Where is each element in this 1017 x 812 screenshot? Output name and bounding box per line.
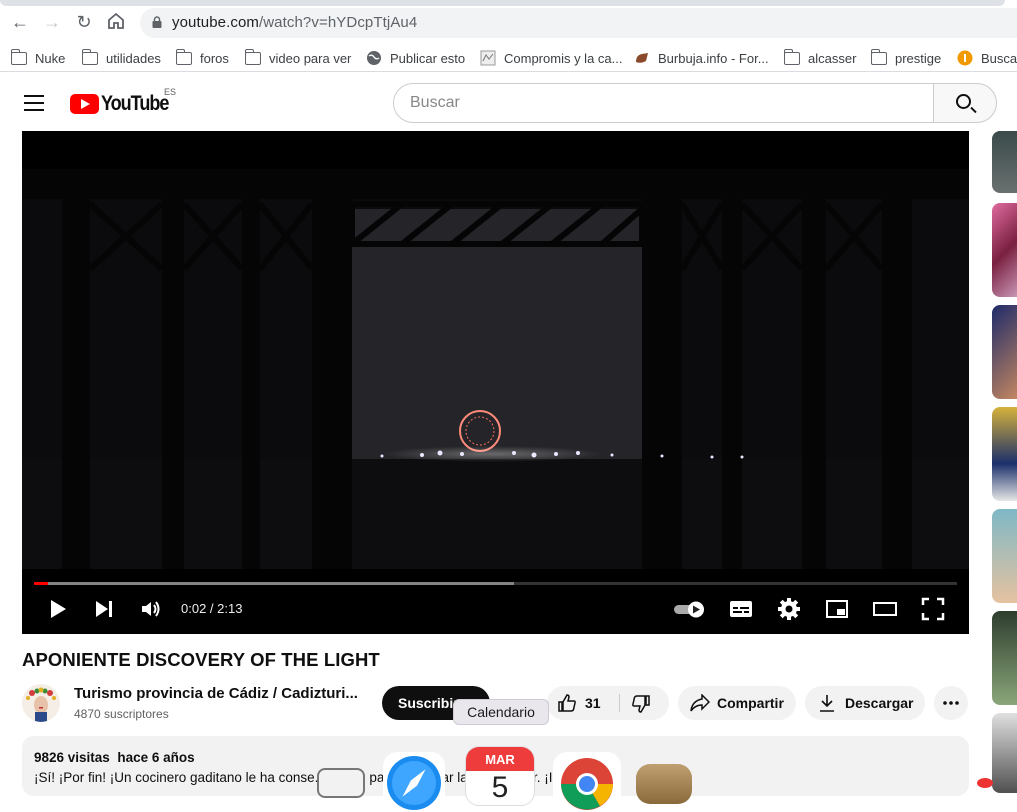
avatar-image — [22, 684, 60, 722]
theater-mode-icon[interactable] — [873, 597, 897, 621]
search-input[interactable] — [394, 84, 933, 122]
recommended-thumbnail[interactable] — [992, 407, 1017, 501]
recommended-thumbnail[interactable] — [992, 713, 1017, 793]
tab-strip — [0, 0, 1005, 6]
url-text: youtube.com/watch?v=hYDcpTtjAu4 — [172, 14, 418, 31]
folder-icon — [81, 48, 98, 65]
share-label: Compartir — [717, 695, 784, 711]
buffered-bar — [34, 582, 514, 585]
more-icon — [943, 701, 959, 705]
folder-icon — [870, 48, 887, 65]
miniplayer-icon[interactable] — [825, 597, 849, 621]
bookmark-item[interactable]: Nuke — [10, 48, 65, 68]
recommended-thumbnail[interactable] — [992, 131, 1017, 193]
folder-icon — [244, 48, 261, 65]
play-icon[interactable] — [45, 597, 69, 621]
recommended-thumbnail[interactable] — [992, 203, 1017, 297]
forward-arrow-icon[interactable]: → — [42, 12, 62, 32]
app-icon[interactable] — [636, 764, 692, 804]
notification-badge — [977, 778, 993, 788]
dock-tooltip: Calendario — [453, 699, 549, 725]
next-icon[interactable] — [92, 597, 116, 621]
download-label: Descargar — [845, 695, 914, 711]
bookmark-item[interactable]: Publicar esto — [366, 48, 465, 68]
site-icon — [480, 50, 496, 66]
channel-avatar[interactable] — [22, 684, 60, 722]
subtitles-icon[interactable] — [729, 597, 753, 621]
site-icon — [957, 50, 973, 66]
more-actions-button[interactable] — [934, 686, 968, 720]
safari-icon[interactable] — [383, 752, 445, 812]
download-icon — [820, 695, 834, 712]
fullscreen-icon[interactable] — [921, 597, 945, 621]
upload-age: hace 6 años — [117, 750, 195, 765]
download-button[interactable]: Descargar — [805, 686, 925, 720]
bookmark-item[interactable]: video para ver — [244, 48, 351, 68]
search-icon — [956, 94, 971, 109]
share-icon — [690, 694, 710, 712]
reload-icon[interactable]: ↻ — [74, 12, 94, 32]
youtube-play-icon — [70, 94, 99, 114]
folder-icon — [175, 48, 192, 65]
share-button[interactable]: Compartir — [678, 686, 796, 720]
video-frame — [22, 169, 969, 569]
bookmarks-bar: Nuke utilidades foros video para ver Pub… — [0, 44, 1017, 72]
bookmark-item[interactable]: alcasser — [783, 48, 856, 68]
video-player[interactable]: 0:02 / 2:13 — [22, 131, 969, 634]
lock-icon — [152, 16, 162, 28]
time-display: 0:02 / 2:13 — [181, 601, 243, 616]
youtube-logo[interactable]: YouTube — [70, 92, 179, 116]
video-stats: 9826 visitas hace 6 años — [34, 750, 195, 765]
recommended-thumbnail[interactable] — [992, 305, 1017, 399]
video-title: APONIENTE DISCOVERY OF THE LIGHT — [22, 649, 380, 670]
thumbs-up-icon[interactable] — [557, 693, 577, 713]
back-arrow-icon[interactable]: ← — [10, 12, 30, 32]
logo-text: YouTube — [101, 92, 169, 115]
channel-name[interactable]: Turismo provincia de Cádiz / Cadizturi..… — [74, 685, 364, 702]
calendar-day: 5 — [491, 771, 509, 804]
like-dislike-group: 31 — [547, 686, 669, 720]
screenshot-app-icon[interactable] — [317, 768, 365, 798]
bookmark-item[interactable]: utilidades — [81, 48, 161, 68]
menu-icon[interactable] — [24, 95, 44, 111]
bookmark-item[interactable]: foros — [175, 48, 229, 68]
search-button[interactable] — [933, 83, 997, 123]
recommended-thumbnail[interactable] — [992, 509, 1017, 603]
recommended-thumbnail[interactable] — [992, 611, 1017, 705]
volume-icon[interactable] — [139, 597, 163, 621]
folder-icon — [783, 48, 800, 65]
region-code: ES — [164, 87, 177, 97]
bookmark-item[interactable]: prestige — [870, 48, 941, 68]
home-icon[interactable] — [106, 12, 126, 32]
progress-bar[interactable] — [34, 582, 957, 585]
autoplay-toggle-icon[interactable] — [672, 597, 708, 621]
search-field[interactable] — [393, 83, 934, 123]
bookmark-item[interactable]: Burbuja.info - For... — [634, 48, 769, 68]
bookmark-item[interactable]: Compromis y la ca... — [480, 48, 622, 68]
chrome-icon[interactable] — [553, 752, 621, 812]
settings-gear-icon[interactable] — [777, 597, 801, 621]
like-count[interactable]: 31 — [585, 686, 601, 720]
view-count: 9826 visitas — [34, 750, 110, 765]
subscriber-count: 4870 suscriptores — [74, 707, 169, 721]
youtube-header: YouTube ES — [0, 73, 1017, 131]
divider — [619, 694, 620, 712]
folder-icon — [10, 48, 27, 65]
played-bar — [34, 582, 48, 585]
site-icon — [636, 53, 648, 63]
calendar-icon[interactable]: MAR 5 — [465, 746, 535, 806]
address-bar[interactable]: youtube.com/watch?v=hYDcpTtjAu4 — [140, 8, 1017, 38]
thumbs-down-icon[interactable] — [631, 694, 651, 714]
globe-icon — [367, 51, 381, 65]
calendar-month: MAR — [466, 747, 534, 771]
bookmark-item[interactable]: Busca — [957, 48, 1017, 68]
browser-toolbar: ← → ↻ youtube.com/watch?v=hYDcpTtjAu4 — [0, 0, 1017, 44]
